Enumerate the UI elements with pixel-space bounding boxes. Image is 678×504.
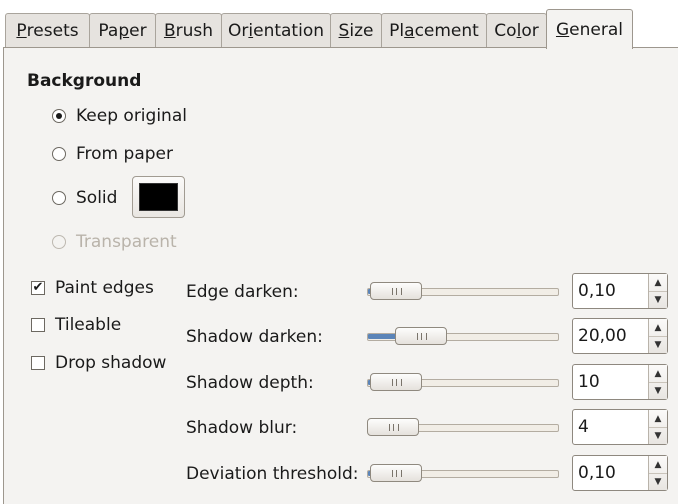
radio-disabled-icon [52,235,66,249]
tab-label: Or [228,20,249,41]
tab-bar: Presets Pa p er Brush Or i entation Size Pl a… [0,0,678,49]
radio-solid[interactable]: Solid [52,186,117,210]
color-swatch [139,183,178,211]
checkbox-icon[interactable] [31,318,45,332]
spin-up-icon[interactable]: ▲ [649,274,667,292]
shadow-blur-spinbox[interactable]: 4 ▲ ▼ [572,409,668,445]
tab-label: eneral [569,19,623,40]
shadow-depth-spinbox[interactable]: 10 ▲ ▼ [572,364,668,400]
tab-placement[interactable]: Pl a cement [381,13,487,47]
edge-darken-slider[interactable] [367,282,559,300]
spin-down-icon[interactable]: ▼ [649,473,667,490]
radio-label: From paper [76,144,173,164]
shadow-blur-slider[interactable] [367,418,559,436]
slider-handle[interactable] [367,418,419,436]
radio-label: Keep original [76,106,187,126]
checkbox-checked-icon[interactable]: ✔ [31,281,45,295]
spinbox-value[interactable]: 0,10 [578,463,616,483]
tab-label: Co [494,20,517,41]
tab-presets[interactable]: Presets [5,13,90,47]
deviation-threshold-spinbox[interactable]: 0,10 ▲ ▼ [572,455,668,491]
shadow-darken-slider[interactable] [367,327,559,345]
edge-darken-label: Edge darken: [186,282,299,302]
deviation-threshold-slider[interactable] [367,464,559,482]
spin-up-icon[interactable]: ▲ [649,365,667,383]
tab-label: or [521,20,539,41]
tab-label: rush [175,20,214,41]
shadow-darken-label: Shadow darken: [186,327,323,347]
tab-mnemonic: G [555,19,570,40]
checkbox-icon[interactable] [31,356,45,370]
radio-transparent: Transparent [52,230,177,254]
tab-orientation[interactable]: Or i entation [221,13,331,47]
checkbox-label: Drop shadow [55,353,167,373]
background-heading: Background [27,71,142,91]
spinbox-value[interactable]: 0,10 [578,281,616,301]
radio-icon[interactable] [52,191,66,205]
spin-up-icon[interactable]: ▲ [649,410,667,428]
tab-label: resets [26,20,79,41]
slider-handle[interactable] [395,327,447,345]
radio-keep-original[interactable]: Keep original [52,104,187,128]
tab-label: cement [414,20,479,41]
tab-brush[interactable]: Brush [155,13,222,47]
spin-up-icon[interactable]: ▲ [649,319,667,337]
tab-color[interactable]: Co l or [486,13,547,47]
tab-paper[interactable]: Pa p er [89,13,156,47]
checkbox-drop-shadow[interactable]: Drop shadow [31,351,166,375]
spin-down-icon[interactable]: ▼ [649,336,667,353]
tab-label: ize [349,20,374,41]
radio-icon[interactable] [52,147,66,161]
slider-handle[interactable] [370,373,422,391]
solid-color-button[interactable] [132,176,185,218]
tab-mnemonic: P [16,20,27,41]
tab-label: er [129,20,147,41]
tab-size[interactable]: Size [330,13,382,47]
deviation-threshold-label: Deviation threshold: [186,464,359,484]
tab-label: Pa [98,20,119,41]
spinbox-value[interactable]: 10 [578,372,600,392]
checkbox-paint-edges[interactable]: ✔ Paint edges [31,276,154,300]
slider-handle[interactable] [370,464,422,482]
checkbox-label: Tileable [55,315,122,335]
spin-down-icon[interactable]: ▼ [649,291,667,308]
shadow-depth-label: Shadow depth: [186,373,314,393]
edge-darken-spinbox[interactable]: 0,10 ▲ ▼ [572,273,668,309]
tab-mnemonic: B [163,20,176,41]
tab-mnemonic: S [338,20,350,41]
spin-down-icon[interactable]: ▼ [649,382,667,399]
slider-handle[interactable] [370,282,422,300]
spinbox-value[interactable]: 4 [578,417,589,437]
spinbox-value[interactable]: 20,00 [578,326,627,346]
radio-label: Transparent [76,232,177,252]
shadow-darken-spinbox[interactable]: 20,00 ▲ ▼ [572,318,668,354]
tab-label: Pl [389,20,405,41]
shadow-depth-slider[interactable] [367,373,559,391]
shadow-blur-label: Shadow blur: [186,418,298,438]
radio-selected-icon[interactable] [52,109,66,123]
radio-from-paper[interactable]: From paper [52,142,173,166]
checkbox-label: Paint edges [55,278,154,298]
tab-mnemonic: p [118,20,130,41]
tab-label: entation [253,20,324,41]
spin-up-icon[interactable]: ▲ [649,456,667,474]
tab-mnemonic: a [404,20,415,41]
radio-label: Solid [76,188,118,208]
spin-down-icon[interactable]: ▼ [649,427,667,444]
tab-general[interactable]: General [546,9,633,49]
checkbox-tileable[interactable]: Tileable [31,313,121,337]
